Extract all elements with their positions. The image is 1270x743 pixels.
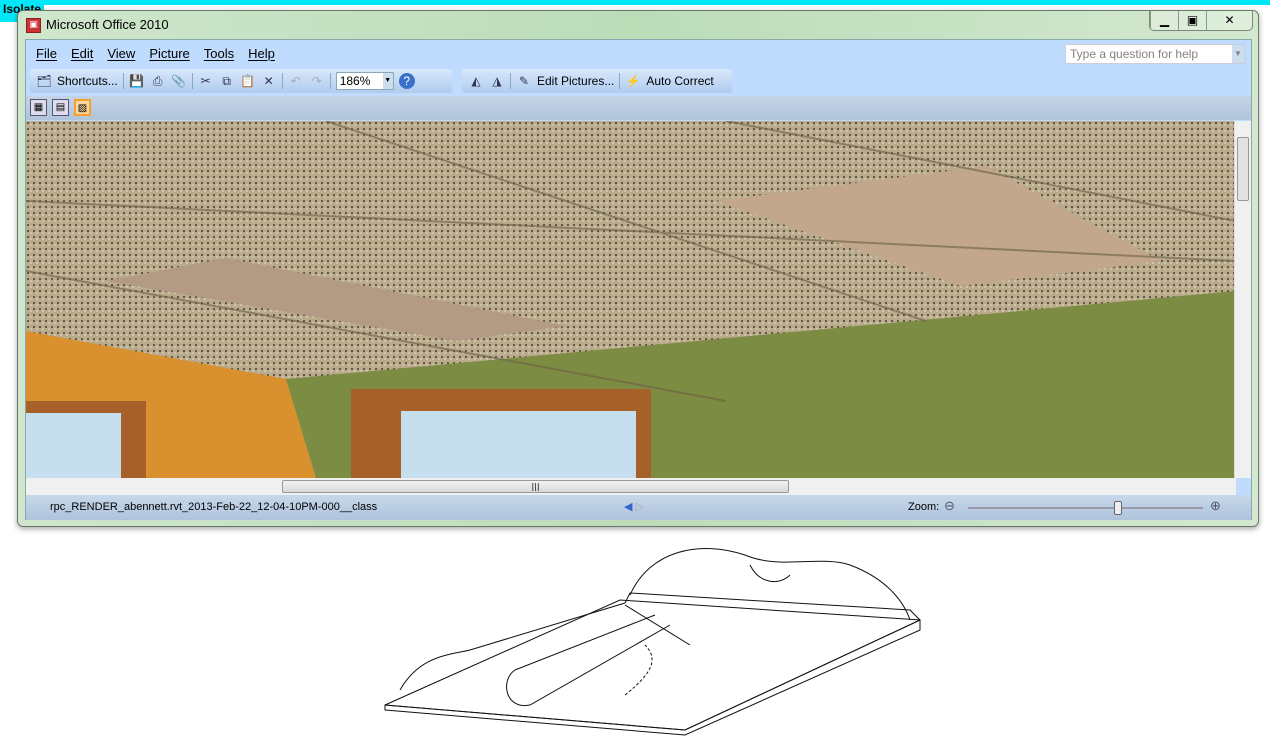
menu-edit[interactable]: Edit (71, 46, 93, 61)
auto-correct-button[interactable]: Auto Correct (646, 74, 713, 88)
standard-toolbar: 🗂 Shortcuts... 💾 ⎙ 📎 ✂ ⧉ 📋 ✕ ↶ ↷ 186% ▼ ? (30, 69, 452, 93)
help-search-input[interactable]: Type a question for help ▼ (1065, 44, 1245, 64)
menu-file[interactable]: File (36, 46, 57, 61)
edit-pictures-icon: ✎ (518, 74, 530, 88)
help-dropdown-icon[interactable]: ▼ (1232, 45, 1244, 63)
shortcuts-icon: 🗂 (36, 74, 52, 88)
menu-picture[interactable]: Picture (149, 46, 189, 61)
menu-help[interactable]: Help (248, 46, 275, 61)
picture-toolbar: ◭ ◮ ✎ Edit Pictures... ⚡ Auto Correct (462, 69, 732, 93)
thumbnail-view-icon[interactable]: ▦ (30, 99, 47, 116)
menu-tools[interactable]: Tools (204, 46, 234, 61)
light-fixture-drawing (384, 548, 921, 736)
menu-bar: File Edit View Picture Tools Help (36, 46, 275, 61)
zoom-in-icon[interactable]: ⊕ (1210, 498, 1221, 514)
top-highlight-bar (0, 0, 1270, 5)
attach-icon[interactable]: 📎 (171, 73, 187, 89)
zoom-out-icon[interactable]: ⊖ (944, 498, 955, 514)
zoom-label: Zoom: (908, 501, 940, 513)
help-icon[interactable]: ? (398, 73, 415, 89)
filmstrip-view-icon[interactable]: ▤ (52, 99, 69, 116)
edit-pictures-button[interactable]: Edit Pictures... (537, 74, 614, 88)
zoom-select[interactable]: 186% ▼ (335, 72, 394, 90)
filename-label: rpc_RENDER_abennett.rvt_2013-Feb-22_12-0… (50, 501, 378, 513)
single-picture-view-icon[interactable]: ▨ (74, 99, 91, 116)
app-icon: ▣ (26, 18, 41, 33)
paste-icon[interactable]: 📋 (240, 73, 256, 89)
previous-picture-icon[interactable]: ◀ (624, 501, 632, 513)
picture-manager-window: ▣ Microsoft Office 2010 ▁ ▣ ✕ File Edit … (17, 10, 1259, 527)
rotate-left-icon[interactable]: ◭ (468, 73, 484, 89)
client-area: File Edit View Picture Tools Help Type a… (25, 39, 1252, 520)
next-picture-icon[interactable]: ▷ (636, 501, 644, 513)
status-bar: rpc_RENDER_abennett.rvt_2013-Feb-22_12-0… (26, 495, 1251, 520)
rotate-right-icon[interactable]: ◮ (489, 73, 505, 89)
zoom-slider-knob[interactable] (1114, 501, 1123, 515)
minimize-button[interactable]: ▁ (1150, 11, 1178, 30)
cut-icon[interactable]: ✂ (198, 73, 214, 89)
copy-icon[interactable]: ⧉ (219, 73, 235, 89)
undo-icon[interactable]: ↶ (288, 73, 304, 89)
chevron-down-icon: ▼ (382, 73, 393, 89)
delete-icon[interactable]: ✕ (261, 73, 277, 89)
zoom-slider[interactable] (968, 501, 1203, 515)
menu-view[interactable]: View (107, 46, 135, 61)
save-icon[interactable]: 💾 (129, 73, 145, 89)
close-button[interactable]: ✕ (1206, 11, 1252, 30)
horizontal-scroll-thumb[interactable]: ||| (282, 480, 789, 493)
print-icon[interactable]: ⎙ (150, 73, 166, 89)
restore-button[interactable]: ▣ (1178, 11, 1206, 30)
view-toolbar: ▦ ▤ ▨ (26, 96, 1251, 120)
help-placeholder: Type a question for help (1070, 47, 1199, 61)
picture-preview (26, 121, 1235, 478)
vertical-scrollbar[interactable] (1234, 121, 1251, 478)
redo-icon[interactable]: ↷ (309, 73, 325, 89)
zoom-value: 186% (339, 74, 371, 88)
picture-navigation: ◀ ▷ (624, 500, 644, 513)
auto-correct-icon: ⚡ (625, 74, 641, 88)
vertical-scroll-thumb[interactable] (1237, 137, 1249, 201)
shortcuts-button[interactable]: Shortcuts... (57, 74, 118, 88)
window-title: Microsoft Office 2010 (46, 17, 169, 32)
horizontal-scrollbar[interactable]: ||| (26, 478, 1236, 495)
